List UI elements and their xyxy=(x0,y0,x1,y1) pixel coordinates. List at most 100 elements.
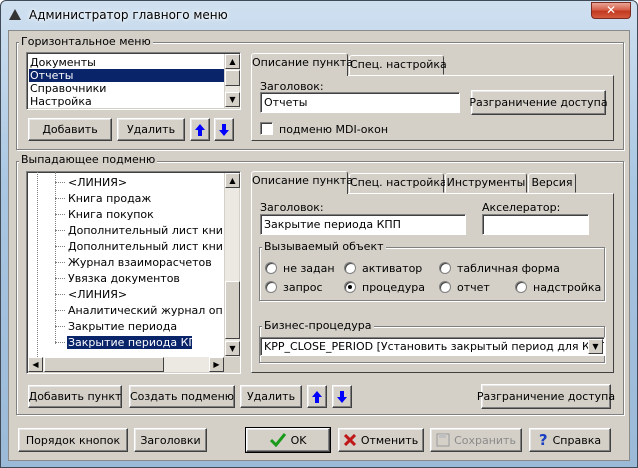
radio-not-set[interactable] xyxy=(265,262,277,274)
radio-table-form[interactable] xyxy=(439,262,451,274)
business-procedure-group-title: Бизнес-процедура xyxy=(262,319,374,332)
move-down-button[interactable] xyxy=(214,118,234,141)
tree-item[interactable]: <ЛИНИЯ> xyxy=(67,288,222,301)
cancel-button[interactable]: Отменить xyxy=(338,428,424,452)
radio-label: не задан xyxy=(283,262,335,275)
scroll-up-button[interactable]: ▲ xyxy=(225,54,240,69)
headers-button[interactable]: Заголовки xyxy=(134,428,207,452)
save-disk-icon xyxy=(436,433,450,447)
mdi-submenu-label: подменю MDI-окон xyxy=(279,123,389,136)
close-button[interactable]: ✕ xyxy=(591,2,631,19)
arrow-up-icon xyxy=(195,123,205,136)
move-item-down-button[interactable] xyxy=(332,385,352,408)
tree-branch xyxy=(55,294,65,295)
title-bar: Администратор главного меню ✕ xyxy=(1,1,637,29)
window-title: Администратор главного меню xyxy=(29,8,228,22)
scroll-up-button[interactable]: ▲ xyxy=(225,173,240,188)
move-item-up-button[interactable] xyxy=(307,385,327,408)
tree-item[interactable]: Книга покупок xyxy=(67,208,222,221)
tree-item[interactable]: Дополнительный лист книги п xyxy=(67,240,222,253)
access-control-button[interactable]: Разграничение доступа xyxy=(469,90,608,115)
business-procedure-value: KPP_CLOSE_PERIOD [Установить закрытый пе… xyxy=(264,340,605,353)
create-submenu-button[interactable]: Создать подменю xyxy=(129,385,235,408)
radio-addon[interactable] xyxy=(515,281,527,293)
save-button[interactable]: Сохранить xyxy=(430,428,522,452)
radio-procedure[interactable] xyxy=(344,281,356,293)
ok-label: OK xyxy=(290,433,307,447)
client-area: Горизонтальное меню Документы Отчеты Спр… xyxy=(8,30,630,461)
app-window: Администратор главного меню ✕ Горизонтал… xyxy=(0,0,638,468)
arrow-down-icon xyxy=(337,390,347,403)
header-field[interactable]: Отчеты xyxy=(260,92,460,113)
close-icon: ✕ xyxy=(605,3,617,17)
save-label: Сохранить xyxy=(454,433,516,447)
add-item-button[interactable]: Добавить пункт xyxy=(28,385,122,408)
submenu-tree[interactable]: <ЛИНИЯ> Книга продаж Книга покупок Допол… xyxy=(26,171,241,374)
horizontal-menu-group-title: Горизонтальное меню xyxy=(19,35,153,48)
scroll-corner xyxy=(224,357,239,372)
business-procedure-select[interactable]: KPP_CLOSE_PERIOD [Установить закрытый пе… xyxy=(260,337,605,356)
radio-label: отчет xyxy=(457,281,490,294)
radio-label: табличная форма xyxy=(457,262,560,275)
help-label: Справка xyxy=(552,433,602,447)
list-item-selected[interactable]: Отчеты xyxy=(29,69,224,82)
delete-item-button[interactable]: Удалить xyxy=(240,385,302,408)
tree-item-selected[interactable]: Закрытие периода КПП xyxy=(66,335,193,350)
tree-branch xyxy=(55,198,65,199)
tree-branch xyxy=(55,262,65,263)
arrow-up-icon xyxy=(312,390,322,403)
tree-item[interactable]: Дополнительный лист книги п xyxy=(67,224,222,237)
ok-button[interactable]: OK xyxy=(245,427,331,453)
scroll-left-button[interactable]: ◀ xyxy=(28,357,43,372)
scroll-down-button[interactable]: ▼ xyxy=(225,92,240,107)
mdi-submenu-checkbox[interactable] xyxy=(260,122,273,135)
tab-tools[interactable]: Инструменты xyxy=(445,173,527,193)
arrow-down-icon xyxy=(219,123,229,136)
tree-branch xyxy=(55,182,65,183)
tree-item[interactable]: Закрытие периода xyxy=(67,320,222,333)
cancel-label: Отменить xyxy=(360,433,419,447)
horizontal-menu-list[interactable]: Документы Отчеты Справочники Настройка ▲… xyxy=(26,52,241,110)
radio-label: процедура xyxy=(362,281,425,294)
tree-item[interactable]: <ЛИНИЯ> xyxy=(67,176,222,189)
tree-guide-line xyxy=(37,172,38,357)
list-item[interactable]: Справочники xyxy=(29,82,224,95)
button-order-button[interactable]: Порядок кнопок xyxy=(18,428,128,452)
scroll-thumb[interactable] xyxy=(44,357,164,372)
tree-item[interactable]: Книга продаж xyxy=(67,192,222,205)
submenu-header-label: Заголовок: xyxy=(260,201,324,214)
radio-query[interactable] xyxy=(265,281,277,293)
tab-version[interactable]: Версия xyxy=(528,173,576,193)
help-button[interactable]: ? Справка xyxy=(529,428,611,452)
move-up-button[interactable] xyxy=(190,118,210,141)
tree-branch xyxy=(55,278,65,279)
list-scrollbar[interactable]: ▲ ▼ xyxy=(224,54,240,108)
submenu-header-field[interactable]: Закрытие периода КПП xyxy=(260,214,466,235)
radio-report[interactable] xyxy=(439,281,451,293)
tree-item[interactable]: Увязка документов xyxy=(67,272,222,285)
radio-activator[interactable] xyxy=(344,262,356,274)
cancel-x-icon xyxy=(343,434,356,446)
dropdown-arrow-icon[interactable]: ▼ xyxy=(588,339,603,354)
scroll-down-button[interactable]: ▼ xyxy=(225,341,240,356)
list-item[interactable]: Документы xyxy=(29,56,224,69)
scroll-thumb[interactable] xyxy=(225,70,240,86)
tab-special-settings[interactable]: Спец. настройка xyxy=(349,173,447,193)
tree-branch xyxy=(55,246,65,247)
scroll-right-button[interactable]: ▶ xyxy=(209,357,224,372)
tab-item-description[interactable]: Описание пункта xyxy=(251,53,353,76)
tree-vertical-scrollbar[interactable]: ▲ ▼ xyxy=(224,173,240,357)
tree-item[interactable]: Аналитический журнал операц xyxy=(67,304,222,317)
list-item[interactable]: Настройка xyxy=(29,95,224,108)
tab-item-description[interactable]: Описание пункта xyxy=(251,171,353,194)
tab-special-settings[interactable]: Спец. настройка xyxy=(349,55,447,75)
add-button[interactable]: Добавить xyxy=(28,118,112,141)
tree-horizontal-scrollbar[interactable]: ◀ ▶ xyxy=(28,357,224,372)
delete-button[interactable]: Удалить xyxy=(117,118,185,141)
radio-label: надстройка xyxy=(533,281,602,294)
tree-item[interactable]: Журнал взаиморасчетов xyxy=(67,256,222,269)
accelerator-label: Акселератор: xyxy=(482,201,561,214)
accelerator-field[interactable] xyxy=(482,214,589,235)
scroll-thumb[interactable] xyxy=(225,281,240,339)
submenu-access-control-button[interactable]: Разграничение доступа xyxy=(477,384,615,409)
